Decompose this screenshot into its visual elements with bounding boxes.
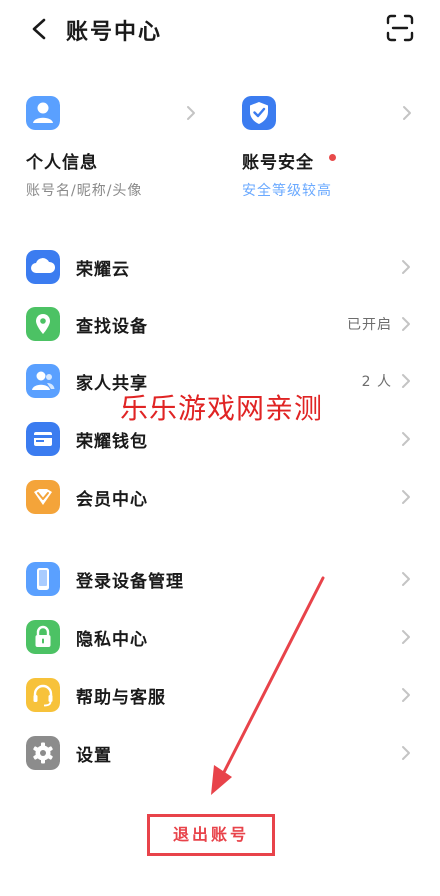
menu-value: 2 人 — [361, 374, 392, 390]
menu-label: 荣耀钱包 — [76, 432, 148, 452]
logout-label: 退出账号 — [172, 825, 249, 844]
menu-value: 已开启 — [347, 317, 392, 333]
personal-info-title: 个人信息 — [26, 153, 98, 173]
chevron-right-icon — [402, 374, 410, 388]
menu-item-settings[interactable]: 设置 — [0, 724, 440, 780]
menu-label: 设置 — [76, 746, 112, 766]
menu-item-privacy-center[interactable]: 隐私中心 — [0, 608, 440, 664]
chevron-right-icon — [403, 106, 411, 120]
personal-info-subtitle: 账号名/昵称/头像 — [26, 183, 143, 199]
chevron-right-icon — [402, 746, 410, 760]
cloud-icon — [26, 250, 60, 284]
page-title: 账号中心 — [66, 20, 163, 45]
chevron-right-icon — [187, 106, 195, 120]
chevron-right-icon — [402, 317, 410, 331]
chevron-right-icon — [402, 432, 410, 446]
menu-label: 会员中心 — [76, 490, 148, 510]
family-icon — [26, 364, 60, 398]
watermark-text: 乐乐游戏网亲测 — [120, 392, 324, 425]
menu-label: 荣耀云 — [76, 260, 130, 280]
vip-icon — [26, 480, 60, 514]
chevron-right-icon — [402, 260, 410, 274]
account-security-title: 账号安全 — [242, 153, 314, 173]
header: 账号中心 — [0, 0, 440, 56]
shield-check-icon — [242, 96, 276, 130]
account-security-card[interactable]: 账号安全 安全等级较高 — [242, 96, 432, 206]
scan-icon[interactable] — [386, 14, 414, 42]
chevron-right-icon — [402, 572, 410, 586]
menu-label: 查找设备 — [76, 317, 148, 337]
menu-item-login-devices[interactable]: 登录设备管理 — [0, 550, 440, 606]
headset-icon — [26, 678, 60, 712]
chevron-right-icon — [402, 630, 410, 644]
menu-item-member-center[interactable]: 会员中心 — [0, 468, 440, 524]
chevron-right-icon — [402, 688, 410, 702]
gear-icon — [26, 736, 60, 770]
phone-icon — [26, 562, 60, 596]
notification-dot — [329, 154, 336, 161]
menu-item-honor-cloud[interactable]: 荣耀云 — [0, 238, 440, 294]
menu-label: 帮助与客服 — [76, 688, 166, 708]
menu-label: 登录设备管理 — [76, 572, 184, 592]
back-arrow-icon[interactable] — [30, 18, 50, 40]
menu-label: 隐私中心 — [76, 630, 148, 650]
account-security-subtitle: 安全等级较高 — [242, 183, 332, 199]
person-icon — [26, 96, 60, 130]
menu-item-find-device[interactable]: 查找设备 已开启 — [0, 295, 440, 351]
lock-icon — [26, 620, 60, 654]
location-icon — [26, 307, 60, 341]
wallet-icon — [26, 422, 60, 456]
personal-info-card[interactable]: 个人信息 账号名/昵称/头像 — [26, 96, 216, 206]
chevron-right-icon — [402, 490, 410, 504]
logout-button[interactable]: 退出账号 — [147, 814, 275, 856]
menu-item-help-support[interactable]: 帮助与客服 — [0, 666, 440, 722]
